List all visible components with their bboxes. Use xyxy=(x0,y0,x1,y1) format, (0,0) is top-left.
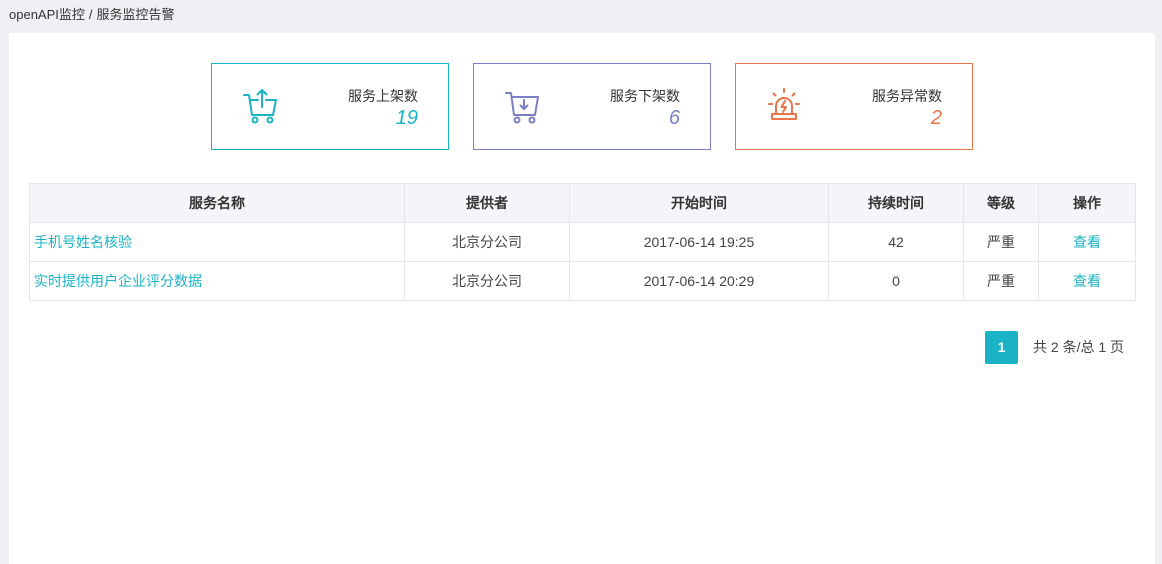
column-header-level: 等级 xyxy=(963,183,1039,223)
stat-value: 19 xyxy=(395,107,418,129)
stat-card-online: 服务上架数 19 xyxy=(211,63,449,150)
breadcrumb-separator: / xyxy=(88,7,93,22)
action-cell: 查看 xyxy=(1038,261,1136,301)
action-cell: 查看 xyxy=(1038,222,1136,262)
start-time-cell: 2017-06-14 19:25 xyxy=(569,222,829,262)
column-header-duration: 持续时间 xyxy=(828,183,964,223)
stat-value: 6 xyxy=(668,107,680,129)
stat-label: 服务下架数 xyxy=(610,88,680,104)
column-header-provider: 提供者 xyxy=(404,183,570,223)
table-row: 实时提供用户企业评分数据 北京分公司 2017-06-14 20:29 0 严重… xyxy=(29,261,1136,301)
service-name-link[interactable]: 实时提供用户企业评分数据 xyxy=(34,273,202,289)
pagination-page-button[interactable]: 1 xyxy=(985,331,1018,364)
breadcrumb-root-link[interactable]: openAPI监控 xyxy=(9,7,85,22)
provider-cell: 北京分公司 xyxy=(404,261,570,301)
stat-text: 服务下架数 6 xyxy=(610,86,680,130)
column-header-service-name: 服务名称 xyxy=(29,183,405,223)
table-header-row: 服务名称 提供者 开始时间 持续时间 等级 操作 xyxy=(29,183,1136,223)
view-link[interactable]: 查看 xyxy=(1073,234,1101,250)
alert-table: 服务名称 提供者 开始时间 持续时间 等级 操作 手机号姓名核验 北京分公司 2… xyxy=(29,183,1136,301)
service-name-cell: 手机号姓名核验 xyxy=(29,222,405,262)
stat-text: 服务异常数 2 xyxy=(872,86,942,130)
stat-text: 服务上架数 19 xyxy=(348,86,418,130)
stat-label: 服务异常数 xyxy=(872,88,942,104)
column-header-start-time: 开始时间 xyxy=(569,183,829,223)
column-header-action: 操作 xyxy=(1038,183,1136,223)
provider-cell: 北京分公司 xyxy=(404,222,570,262)
view-link[interactable]: 查看 xyxy=(1073,273,1101,289)
stat-card-offline: 服务下架数 6 xyxy=(473,63,711,150)
alarm-icon xyxy=(765,87,803,125)
level-cell: 严重 xyxy=(963,261,1039,301)
breadcrumb-current: 服务监控告警 xyxy=(96,7,175,22)
level-cell: 严重 xyxy=(963,222,1039,262)
pagination-summary: 共 2 条/总 1 页 xyxy=(1033,339,1125,355)
stat-value: 2 xyxy=(930,107,942,129)
cart-up-icon xyxy=(241,87,279,125)
cart-down-icon xyxy=(503,87,541,125)
duration-cell: 0 xyxy=(828,261,964,301)
duration-cell: 42 xyxy=(828,222,964,262)
stat-card-abnormal: 服务异常数 2 xyxy=(735,63,973,150)
stat-label: 服务上架数 xyxy=(348,88,418,104)
main-panel: 服务上架数 19 服务下架数 6 服务异常数 2 服务名称 提供者 开始时间 持… xyxy=(9,33,1155,564)
start-time-cell: 2017-06-14 20:29 xyxy=(569,261,829,301)
table-row: 手机号姓名核验 北京分公司 2017-06-14 19:25 42 严重 查看 xyxy=(29,222,1136,262)
service-name-link[interactable]: 手机号姓名核验 xyxy=(34,234,132,250)
breadcrumb: openAPI监控 / 服务监控告警 xyxy=(9,6,175,24)
service-name-cell: 实时提供用户企业评分数据 xyxy=(29,261,405,301)
